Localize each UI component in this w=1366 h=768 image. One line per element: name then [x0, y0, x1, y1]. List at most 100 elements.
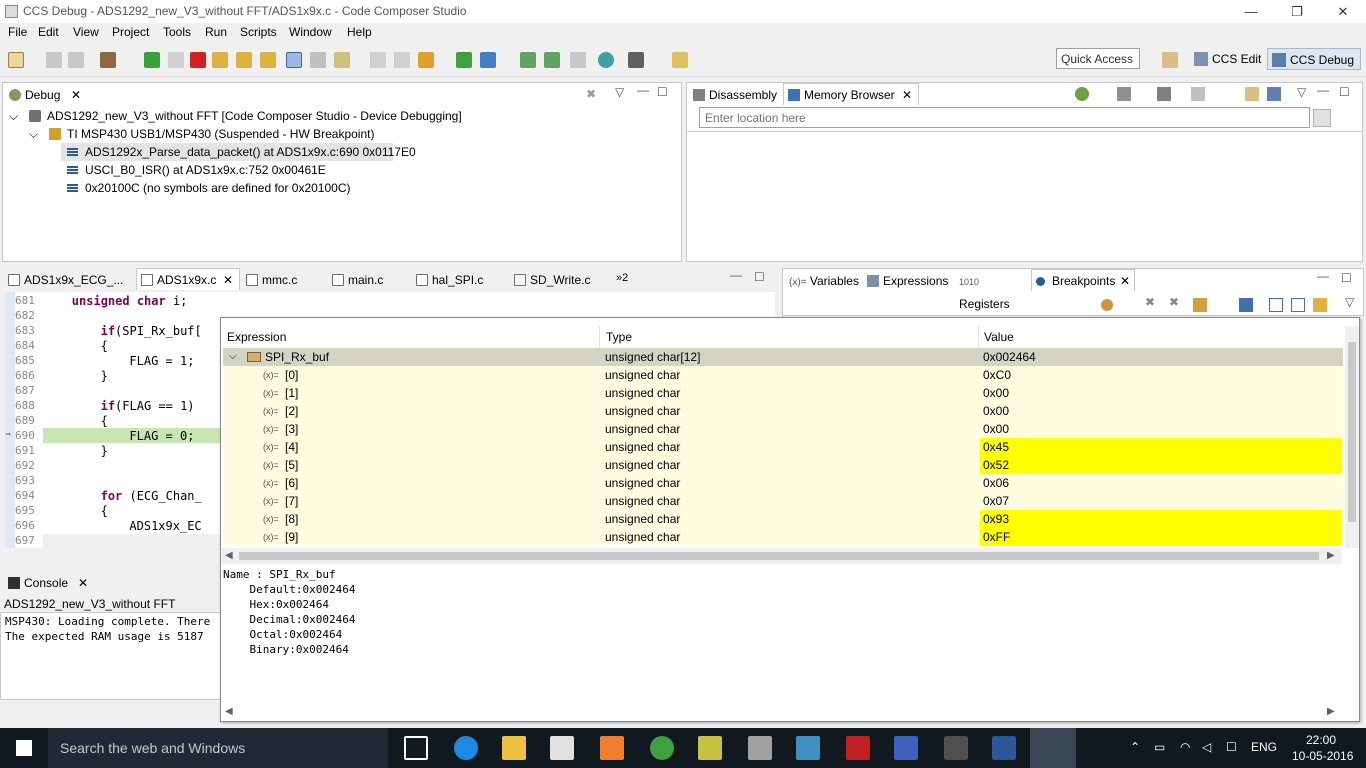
table-row[interactable]: (x)= [6] unsigned char 0x06: [223, 474, 1343, 492]
close-icon[interactable]: ✕: [1120, 270, 1130, 292]
view-menu-icon[interactable]: ▽: [1345, 295, 1354, 309]
maximize-view-icon[interactable]: ☐: [754, 270, 765, 284]
expand-icon[interactable]: [1269, 298, 1283, 312]
maximize-button[interactable]: ❐: [1274, 0, 1320, 23]
debug-root-row[interactable]: ⌵ ADS1292_new_V3_without FFT [Code Compo…: [9, 107, 462, 125]
tab-variables[interactable]: (x)= Variables: [785, 270, 861, 292]
menu-run[interactable]: Run: [205, 25, 227, 39]
wifi-icon[interactable]: ◠: [1180, 740, 1190, 754]
tab-disassembly[interactable]: Disassembly: [689, 84, 781, 106]
tab-mmc-c[interactable]: mmc.c: [242, 269, 322, 291]
stack-frame-row[interactable]: ADS1292x_Parse_data_packet() at ADS1x9x.…: [61, 143, 416, 161]
load-icon[interactable]: [334, 52, 350, 68]
column-header-expression[interactable]: Expression: [227, 326, 286, 348]
build-icon[interactable]: [100, 52, 116, 68]
step-into-icon[interactable]: [212, 52, 228, 68]
menu-help[interactable]: Help: [347, 25, 372, 39]
table-row[interactable]: (x)= [9] unsigned char 0xFF: [223, 528, 1343, 546]
ccs-active-icon[interactable]: [1030, 728, 1076, 768]
open-perspective-icon[interactable]: [1162, 52, 1178, 68]
console-output[interactable]: MSP430: Loading complete. There The expe…: [0, 612, 222, 700]
minimize-view-icon[interactable]: —: [1317, 269, 1329, 283]
remove-all-icon[interactable]: ✖: [1169, 295, 1179, 309]
minimize-view-icon[interactable]: —: [730, 268, 742, 282]
table-row[interactable]: (x)= [3] unsigned char 0x00: [223, 420, 1343, 438]
edge-icon[interactable]: [454, 736, 478, 760]
battery-icon[interactable]: ▭: [1154, 740, 1165, 754]
minimize-button[interactable]: —: [1228, 0, 1274, 23]
resume-icon[interactable]: [144, 52, 160, 68]
grid-vscroll[interactable]: [1345, 326, 1359, 548]
notification-icon[interactable]: ☐: [1226, 740, 1237, 754]
restart-icon[interactable]: [310, 52, 326, 68]
scroll-right-icon[interactable]: ▶: [1327, 550, 1335, 561]
step-return-icon[interactable]: [260, 52, 276, 68]
menu-tools[interactable]: Tools: [163, 25, 191, 39]
view-menu-icon[interactable]: ▽: [615, 85, 624, 99]
scroll-thumb[interactable]: [1348, 342, 1356, 522]
link-with-icon[interactable]: [1313, 298, 1327, 312]
grid-hscroll[interactable]: ◀ ▶: [221, 548, 1341, 564]
ccs-app-icon[interactable]: [748, 736, 772, 760]
menu-project[interactable]: Project: [112, 25, 149, 39]
new-memory-icon[interactable]: [1245, 87, 1259, 101]
table-row[interactable]: (x)= [0] unsigned char 0xC0: [223, 366, 1343, 384]
tray-chevron-icon[interactable]: ⌃: [1130, 740, 1140, 754]
taskbar-search[interactable]: Search the web and Windows: [48, 728, 388, 768]
location-input[interactable]: [699, 107, 1310, 128]
go-icon[interactable]: [1313, 109, 1331, 127]
toolbar-gear-icon[interactable]: [1075, 87, 1089, 101]
connect-icon[interactable]: [598, 52, 614, 68]
perspective-ccs-debug[interactable]: CCS Debug: [1267, 48, 1362, 70]
media-icon[interactable]: [600, 736, 624, 760]
table-row[interactable]: ⌵ SPI_Rx_buf unsigned char[12] 0x002464: [223, 348, 1343, 366]
minimize-view-icon[interactable]: —: [1317, 83, 1329, 97]
tools-icon[interactable]: [672, 52, 688, 68]
tab-expressions[interactable]: Expressions: [863, 270, 953, 292]
memory-toolbar-icon[interactable]: [1191, 87, 1205, 101]
table-row[interactable]: (x)= [7] unsigned char 0x07: [223, 492, 1343, 510]
pin-icon[interactable]: [1267, 87, 1281, 101]
tab-overflow[interactable]: »2: [616, 272, 628, 284]
maximize-view-icon[interactable]: ☐: [1341, 271, 1352, 285]
menu-edit[interactable]: Edit: [38, 25, 59, 39]
chevron-down-icon[interactable]: ⌵: [29, 127, 38, 141]
breakpoint-icon[interactable]: [370, 52, 386, 68]
settings-icon[interactable]: [628, 52, 644, 68]
quick-access-input[interactable]: Quick Access: [1056, 48, 1140, 69]
perspective-ccs-edit[interactable]: CCS Edit: [1190, 48, 1267, 70]
tab-registers[interactable]: 1010 Registers: [955, 270, 1031, 311]
chevron-down-icon[interactable]: ⌵: [229, 348, 237, 366]
maximize-view-icon[interactable]: ☐: [657, 85, 668, 99]
step-icon-2[interactable]: [520, 52, 536, 68]
tab-ads1x9x-c[interactable]: ADS1x9x.c ✕: [136, 268, 240, 290]
suspend-icon[interactable]: [168, 52, 184, 68]
clock-date[interactable]: 10-05-2016: [1292, 749, 1353, 763]
network-app-icon[interactable]: [796, 736, 820, 760]
scroll-left-icon[interactable]: ◀: [225, 550, 233, 561]
tab-debug[interactable]: Debug ✕: [5, 84, 91, 106]
column-header-type[interactable]: Type: [606, 326, 632, 348]
menu-file[interactable]: File: [8, 25, 27, 39]
memory-toolbar-icon[interactable]: [1157, 87, 1171, 101]
close-icon[interactable]: ✕: [902, 84, 912, 106]
scroll-thumb[interactable]: [239, 552, 1319, 560]
step-over-icon[interactable]: [236, 52, 252, 68]
close-icon[interactable]: ✕: [223, 269, 233, 291]
remove-icon[interactable]: ✖: [1145, 295, 1155, 309]
save-icon[interactable]: [46, 52, 62, 68]
menu-view[interactable]: View: [73, 25, 99, 39]
tab-main-c[interactable]: main.c: [328, 269, 408, 291]
close-button[interactable]: ✕: [1320, 0, 1366, 23]
table-row[interactable]: (x)= [1] unsigned char 0x00: [223, 384, 1343, 402]
volume-icon[interactable]: ◁: [1202, 740, 1211, 754]
instruction-mode-icon[interactable]: [286, 52, 302, 68]
app-icon[interactable]: [894, 736, 918, 760]
terminate-icon[interactable]: [190, 52, 206, 68]
debug-target-row[interactable]: ⌵ TI MSP430 USB1/MSP430 (Suspended - HW …: [29, 125, 374, 143]
run-icon[interactable]: [456, 52, 472, 68]
windows-start-icon[interactable]: [16, 740, 32, 756]
table-row[interactable]: (x)= [8] unsigned char 0x93: [223, 510, 1343, 528]
external-tools-icon[interactable]: [480, 52, 496, 68]
debug-icon[interactable]: [418, 52, 434, 68]
